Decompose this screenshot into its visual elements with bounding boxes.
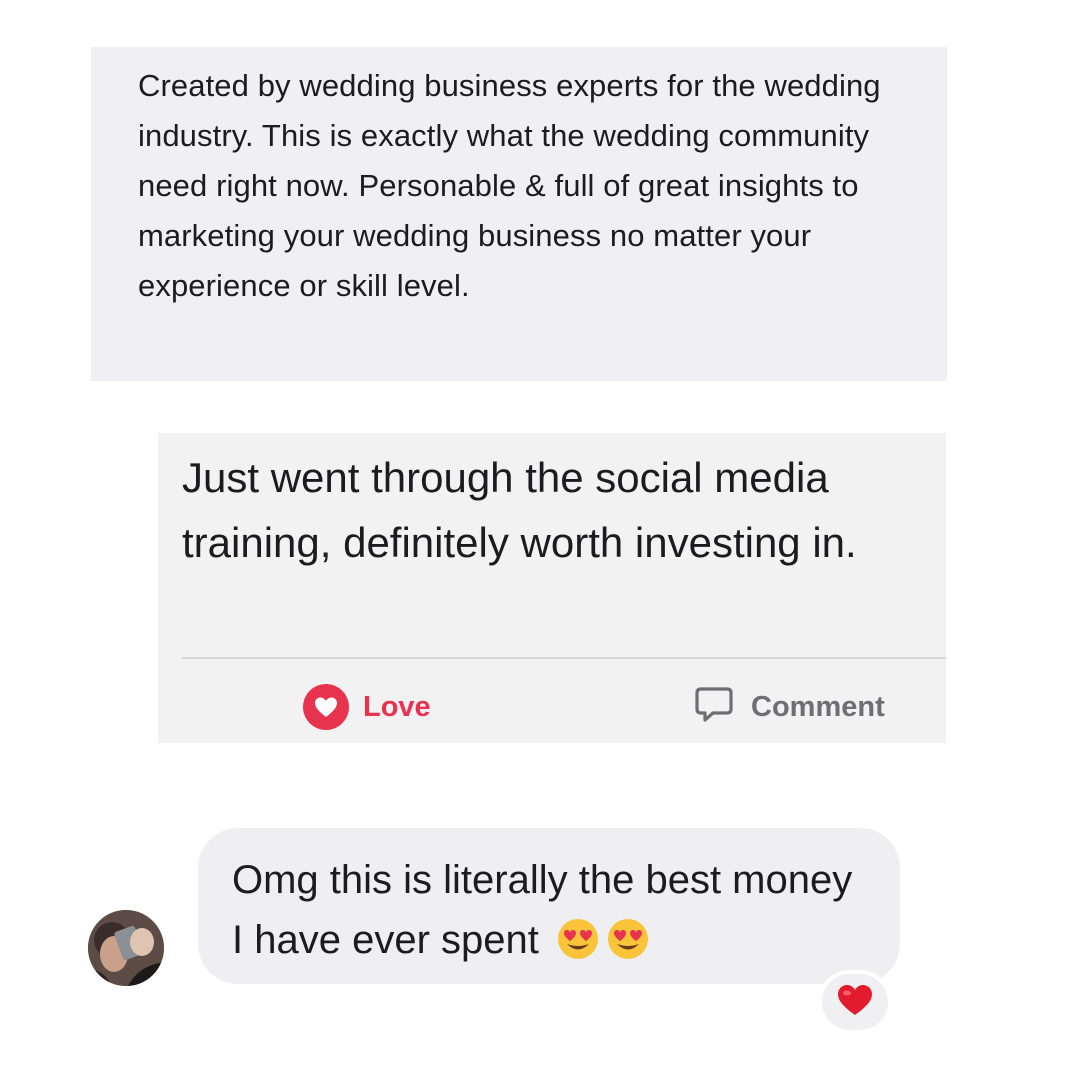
- comment-button[interactable]: Comment: [693, 683, 885, 731]
- red-heart-icon: [836, 983, 874, 1022]
- love-button[interactable]: Love: [303, 683, 431, 731]
- avatar[interactable]: [88, 910, 164, 986]
- review-card: Created by wedding business experts for …: [91, 47, 947, 381]
- heart-eyes-emoji-icon: [556, 917, 600, 961]
- heart-reaction[interactable]: [818, 970, 892, 1034]
- message-bubble: Omg this is literally the best money I h…: [198, 828, 900, 984]
- post-card: Just went through the social media train…: [158, 433, 946, 743]
- speech-bubble-icon: [693, 685, 735, 730]
- review-text: Created by wedding business experts for …: [138, 68, 881, 303]
- comment-label: Comment: [751, 690, 885, 723]
- love-label: Love: [363, 690, 431, 723]
- heart-eyes-emoji-icon: [606, 917, 650, 961]
- testimonials-page: Created by wedding business experts for …: [0, 0, 1080, 1080]
- message-text-content: Omg this is literally the best money I h…: [232, 858, 853, 962]
- message-text: Omg this is literally the best money I h…: [232, 850, 870, 970]
- post-divider: [182, 657, 946, 659]
- post-text: Just went through the social media train…: [182, 454, 857, 566]
- heart-circle-icon: [303, 684, 349, 730]
